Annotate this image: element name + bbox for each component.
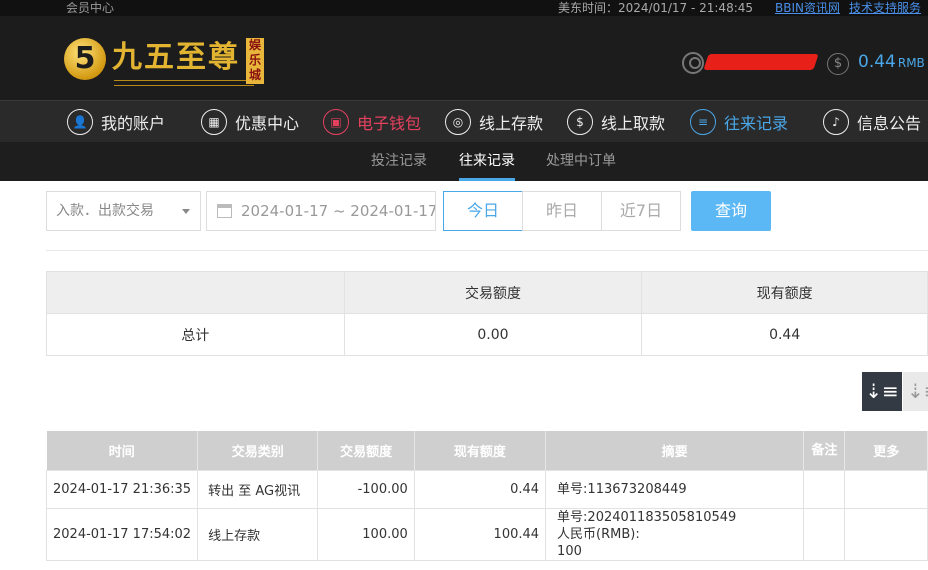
summary-line: 100 <box>557 543 582 559</box>
today-button[interactable]: 今日 <box>443 191 523 231</box>
calendar-icon <box>217 204 232 218</box>
query-button[interactable]: 查询 <box>691 191 771 231</box>
withdraw-icon: $ <box>567 109 593 135</box>
col-header-amount[interactable]: 交易额度 <box>317 431 415 470</box>
sort-asc-icon[interactable]: ⇣≡ <box>903 372 928 411</box>
cell-time: 2024-01-17 21:36:35 <box>45 469 199 509</box>
caret-down-icon <box>182 209 190 214</box>
last-7-days-button[interactable]: 近7日 <box>601 191 681 231</box>
divider <box>46 250 928 251</box>
bbin-info-link[interactable]: BBIN资讯网 <box>775 0 840 16</box>
date-range-value: 2024-01-17 ~ 2024-01-17 <box>241 202 436 220</box>
nav-my-account[interactable]: 👤 我的账户 <box>67 101 165 143</box>
nav-e-wallet[interactable]: ▣ 电子钱包 <box>323 101 421 143</box>
sort-desc-icon[interactable]: ⇣≡ <box>862 372 902 411</box>
summary-total-amount: 0.00 <box>343 313 643 356</box>
cell-more[interactable] <box>844 507 928 561</box>
user-icon: 👤 <box>67 109 93 135</box>
sub-nav: 投注记录 往来记录 处理中订单 <box>0 142 928 181</box>
cell-summary: 单号:113673208449 <box>545 469 805 509</box>
nav-announcements[interactable]: ♪ 信息公告 <box>823 101 921 143</box>
tab-pending-orders[interactable]: 处理中订单 <box>546 142 616 181</box>
table-row: 2024-01-17 21:36:35 转出 至 AG视讯 -100.00 0.… <box>45 469 928 509</box>
col-header-more[interactable]: 更多 <box>844 431 928 470</box>
cell-type: 线上存款 <box>197 507 319 561</box>
logo-ornament <box>114 80 254 86</box>
date-range-input[interactable]: 2024-01-17 ~ 2024-01-17 <box>206 191 436 231</box>
cell-time: 2024-01-17 17:54:02 <box>45 507 199 561</box>
nav-label: 优惠中心 <box>235 114 300 133</box>
table-row: 2024-01-17 17:54:02 线上存款 100.00 100.44 单… <box>45 507 928 561</box>
col-header-type[interactable]: 交易类别 <box>197 431 319 470</box>
transactions-table: 时间 交易类别 交易额度 现有额度 摘要 备注 更多 2024-01-17 21… <box>45 431 928 561</box>
record-icon: ≡ <box>690 109 716 135</box>
nav-label: 线上存款 <box>479 114 544 133</box>
user-avatar-icon[interactable] <box>682 52 704 74</box>
col-header-time[interactable]: 时间 <box>46 431 199 470</box>
summary-table: 交易额度 现有额度 总计 0.00 0.44 <box>46 271 928 356</box>
logo-text: 九五至尊 <box>112 40 240 75</box>
main-nav: 👤 我的账户 ▦ 优惠中心 ▣ 电子钱包 ◎ 线上存款 $ 线上取款 ≡ 往来记录 ♪ 信息公… <box>0 100 928 142</box>
balance-amount: 0.44 <box>858 52 896 72</box>
balance-icon: $ <box>827 53 849 75</box>
cell-balance: 0.44 <box>413 469 547 509</box>
summary-line: 单号:202401183505810549 <box>557 509 737 525</box>
transaction-type-value: 入款．出款交易 <box>56 203 154 219</box>
tech-support-link[interactable]: 技术支持服务 <box>849 0 921 16</box>
redacted-username <box>703 54 819 70</box>
col-header-summary[interactable]: 摘要 <box>545 431 805 470</box>
top-bar: 会员中心 美东时间：2024/01/17 - 21:48:45 BBIN资讯网 … <box>0 0 928 16</box>
yesterday-button[interactable]: 昨日 <box>522 191 602 231</box>
nav-label: 电子钱包 <box>357 114 422 133</box>
summary-header-row: 交易额度 现有额度 <box>46 271 928 314</box>
header: 5 九五至尊 娱乐城 $ 0.44 RMB <box>0 16 928 100</box>
nav-online-deposit[interactable]: ◎ 线上存款 <box>445 101 543 143</box>
cell-amount: -100.00 <box>317 469 415 509</box>
logo-badge: 娱乐城 <box>246 38 264 84</box>
gift-icon: ▦ <box>201 109 227 135</box>
summary-header-cell <box>46 271 345 314</box>
nav-label: 往来记录 <box>724 114 789 133</box>
us-eastern-time: 美东时间：2024/01/17 - 21:48:45 <box>558 1 754 15</box>
cell-remark <box>803 507 846 561</box>
nav-transaction-records[interactable]: ≡ 往来记录 <box>690 101 788 143</box>
cell-summary: 单号:202401183505810549 人民币(RMB): 100 <box>545 507 805 561</box>
cell-amount: 100.00 <box>317 507 415 561</box>
tab-bet-records[interactable]: 投注记录 <box>371 142 427 181</box>
nav-promotions[interactable]: ▦ 优惠中心 <box>201 101 299 143</box>
member-center-label[interactable]: 会员中心 <box>66 0 114 16</box>
cell-more[interactable] <box>844 469 928 509</box>
summary-total-balance: 0.44 <box>641 313 928 356</box>
bell-icon: ♪ <box>823 109 849 135</box>
balance-display: 0.44 RMB <box>858 52 925 72</box>
balance-currency: RMB <box>897 56 925 70</box>
cell-type: 转出 至 AG视讯 <box>197 469 319 509</box>
table-header-row: 时间 交易类别 交易额度 现有额度 摘要 备注 更多 <box>46 431 928 470</box>
summary-total-label: 总计 <box>46 313 345 356</box>
cell-balance: 100.44 <box>413 507 547 561</box>
nav-label: 线上取款 <box>601 114 666 133</box>
nav-online-withdraw[interactable]: $ 线上取款 <box>567 101 665 143</box>
logo-emblem: 5 <box>64 38 106 80</box>
nav-label: 信息公告 <box>857 114 922 133</box>
nav-label: 我的账户 <box>101 114 166 133</box>
tab-transfer-records[interactable]: 往来记录 <box>459 142 515 181</box>
transaction-type-select[interactable]: 入款．出款交易 <box>46 191 201 231</box>
summary-header-cell: 现有额度 <box>641 271 928 314</box>
cell-remark <box>803 469 846 509</box>
summary-header-cell: 交易额度 <box>343 271 643 314</box>
deposit-icon: ◎ <box>445 109 471 135</box>
summary-line: 人民币(RMB): <box>557 526 640 542</box>
summary-line: 单号:113673208449 <box>557 481 687 497</box>
wallet-icon: ▣ <box>323 109 349 135</box>
col-header-balance[interactable]: 现有额度 <box>414 431 547 470</box>
col-header-remark[interactable]: 备注 <box>803 431 846 470</box>
summary-total-row: 总计 0.00 0.44 <box>46 313 928 356</box>
